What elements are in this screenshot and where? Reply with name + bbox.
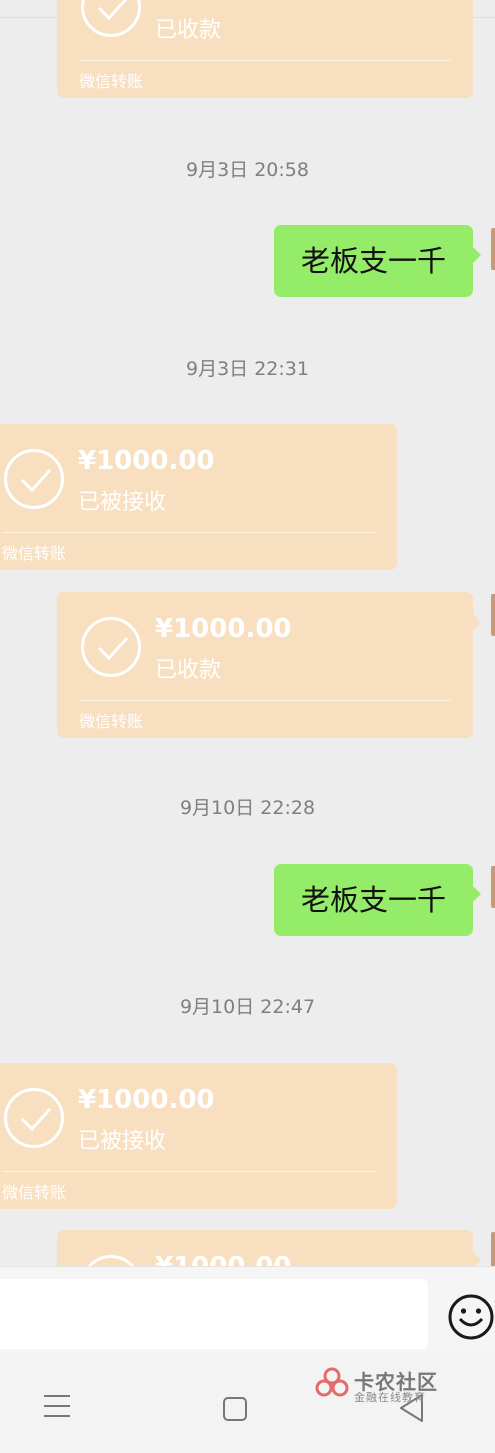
transfer-label: 微信转账 bbox=[2, 544, 67, 563]
emoji-icon[interactable] bbox=[447, 1293, 495, 1341]
transfer-card-incoming[interactable]: ¥1000.00 已被接收 微信转账 bbox=[0, 1063, 397, 1209]
watermark-subtitle: 金融在线教育 bbox=[354, 1391, 426, 1404]
home-icon[interactable] bbox=[223, 1397, 247, 1421]
card-divider bbox=[79, 60, 451, 61]
card-divider bbox=[2, 532, 375, 533]
transfer-status: 已收款 bbox=[155, 658, 222, 683]
check-circle-icon bbox=[81, 1255, 141, 1266]
transfer-amount: ¥1000.00 bbox=[155, 1252, 292, 1266]
transfer-card-received-partial[interactable]: 已收款 微信转账 bbox=[57, 0, 473, 98]
timestamp: 9月10日 22:47 bbox=[179, 996, 316, 1018]
transfer-label: 微信转账 bbox=[79, 72, 144, 91]
transfer-amount: ¥1000.00 bbox=[155, 614, 292, 644]
menu-icon[interactable] bbox=[44, 1395, 70, 1417]
transfer-status: 已收款 bbox=[155, 18, 222, 43]
timestamp: 9月10日 22:28 bbox=[179, 797, 316, 819]
sent-text-bubble[interactable]: 老板支一千 bbox=[274, 864, 481, 936]
card-divider bbox=[2, 1171, 375, 1172]
watermark: 卡农社区 金融在线教育 bbox=[314, 1363, 444, 1404]
check-circle-icon bbox=[4, 1088, 64, 1148]
transfer-amount: ¥1000.00 bbox=[78, 1085, 215, 1115]
logo-icon bbox=[315, 1367, 349, 1397]
transfer-card-incoming[interactable]: ¥1000.00 已被接收 微信转账 bbox=[0, 424, 397, 570]
transfer-card-received[interactable]: ¥1000.00 已收款 微信转账 bbox=[57, 592, 481, 738]
transfer-label: 微信转账 bbox=[79, 712, 144, 731]
avatar[interactable] bbox=[491, 1232, 495, 1266]
timestamp: 9月3日 20:58 bbox=[186, 159, 309, 181]
chat-area[interactable]: 已收款 微信转账 9月3日 20:58 老板支一千 9月3日 22:31 ¥10… bbox=[0, 0, 495, 1266]
check-circle-icon bbox=[81, 0, 141, 37]
transfer-status: 已被接收 bbox=[78, 490, 167, 515]
check-circle-icon bbox=[81, 617, 141, 677]
avatar[interactable] bbox=[491, 594, 495, 636]
sent-text-bubble[interactable]: 老板支一千 bbox=[274, 225, 481, 297]
transfer-status: 已被接收 bbox=[78, 1129, 167, 1154]
transfer-label: 微信转账 bbox=[2, 1183, 67, 1202]
avatar[interactable] bbox=[491, 866, 495, 908]
card-divider bbox=[79, 700, 451, 701]
message-input[interactable] bbox=[0, 1279, 428, 1349]
transfer-amount: ¥1000.00 bbox=[78, 446, 215, 476]
transfer-card-partial[interactable]: ¥1000.00 bbox=[57, 1230, 481, 1266]
input-bar bbox=[0, 1266, 495, 1353]
avatar[interactable] bbox=[491, 228, 495, 270]
timestamp: 9月3日 22:31 bbox=[186, 358, 309, 380]
check-circle-icon bbox=[4, 449, 64, 509]
